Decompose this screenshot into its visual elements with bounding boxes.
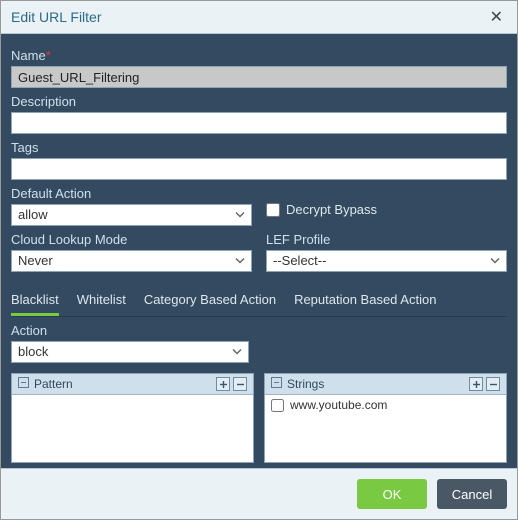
- description-label: Description: [11, 94, 507, 109]
- add-pattern-button[interactable]: [216, 377, 230, 391]
- expand-icon[interactable]: [18, 377, 29, 391]
- required-asterisk: *: [46, 48, 51, 63]
- tab-whitelist[interactable]: Whitelist: [77, 286, 126, 316]
- pattern-grid-title: Pattern: [34, 377, 73, 391]
- name-label-text: Name: [11, 48, 46, 63]
- action-label: Action: [11, 323, 507, 338]
- expand-icon[interactable]: [271, 377, 282, 391]
- action-value: block: [18, 344, 48, 359]
- strings-grid-body[interactable]: www.youtube.com: [265, 395, 506, 462]
- pattern-grid: Pattern: [11, 373, 254, 463]
- pattern-grid-header: Pattern: [12, 374, 253, 395]
- description-input[interactable]: [11, 112, 507, 134]
- decrypt-bypass-label: Decrypt Bypass: [286, 202, 377, 217]
- chevron-down-icon: [232, 345, 242, 360]
- chevron-down-icon: [490, 254, 500, 269]
- filter-tabs: Blacklist Whitelist Category Based Actio…: [11, 286, 507, 317]
- pattern-grid-body[interactable]: [12, 395, 253, 462]
- lef-profile-label: LEF Profile: [266, 232, 507, 247]
- close-icon[interactable]: ✕: [486, 7, 507, 27]
- tab-category-based-action[interactable]: Category Based Action: [144, 286, 276, 316]
- lef-profile-value: --Select--: [273, 253, 326, 268]
- dialog-footer: OK Cancel: [1, 468, 517, 519]
- default-action-value: allow: [18, 207, 48, 222]
- ok-button[interactable]: OK: [357, 479, 427, 509]
- dialog-title: Edit URL Filter: [11, 9, 102, 25]
- cloud-lookup-label: Cloud Lookup Mode: [11, 232, 252, 247]
- lef-profile-select[interactable]: --Select--: [266, 250, 507, 272]
- dialog-body: Name* Description Tags Default Action al…: [1, 34, 517, 468]
- cancel-button[interactable]: Cancel: [437, 479, 507, 509]
- strings-grid: Strings www.youtube.com: [264, 373, 507, 463]
- decrypt-bypass-checkbox[interactable]: [266, 203, 280, 217]
- default-action-label: Default Action: [11, 186, 252, 201]
- chevron-down-icon: [235, 254, 245, 269]
- tab-reputation-based-action[interactable]: Reputation Based Action: [294, 286, 436, 316]
- cloud-lookup-value: Never: [18, 253, 53, 268]
- strings-row-value: www.youtube.com: [290, 398, 387, 412]
- strings-grid-header: Strings: [265, 374, 506, 395]
- dialog-titlebar: Edit URL Filter ✕: [1, 1, 517, 34]
- name-input[interactable]: [11, 66, 507, 88]
- strings-grid-title: Strings: [287, 377, 324, 391]
- remove-pattern-button[interactable]: [233, 377, 247, 391]
- chevron-down-icon: [235, 208, 245, 223]
- tags-label: Tags: [11, 140, 507, 155]
- name-label: Name*: [11, 48, 507, 63]
- add-string-button[interactable]: [469, 377, 483, 391]
- tags-input[interactable]: [11, 158, 507, 180]
- strings-row-checkbox[interactable]: [271, 399, 284, 412]
- action-select[interactable]: block: [11, 341, 249, 363]
- remove-string-button[interactable]: [486, 377, 500, 391]
- tab-blacklist[interactable]: Blacklist: [11, 286, 59, 316]
- edit-url-filter-dialog: Edit URL Filter ✕ Name* Description Tags…: [0, 0, 518, 520]
- default-action-select[interactable]: allow: [11, 204, 252, 226]
- cloud-lookup-select[interactable]: Never: [11, 250, 252, 272]
- strings-row[interactable]: www.youtube.com: [265, 395, 506, 415]
